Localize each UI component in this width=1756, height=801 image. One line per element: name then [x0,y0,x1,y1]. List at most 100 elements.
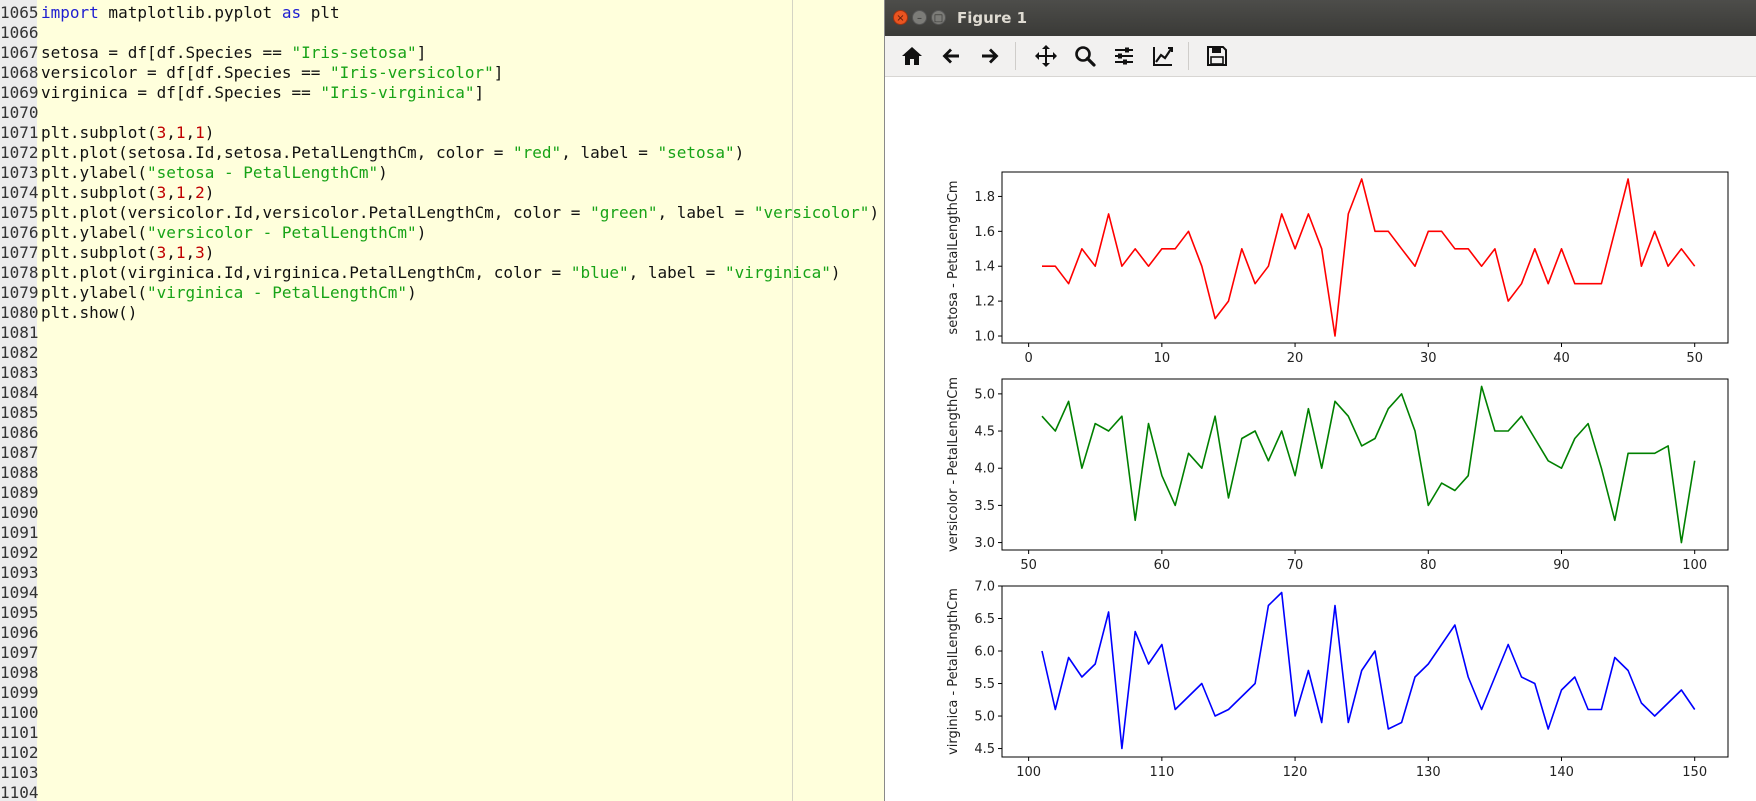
code-token: "Iris-versicolor" [329,63,494,82]
line-number: 1077 [0,243,39,262]
x-tick-label: 100 [1682,558,1707,573]
x-tick-label: 130 [1416,765,1441,780]
line-number: 1066 [0,23,39,42]
code-text: plt.ylabel("versicolor - PetalLengthCm") [37,223,426,243]
line-number: 1101 [0,723,39,742]
line-number: 1094 [0,583,39,602]
window-titlebar[interactable]: × – □ Figure 1 [885,0,1756,36]
code-token: ) [204,123,215,142]
zoom-button[interactable] [1068,40,1102,72]
code-line[interactable]: 1069 virginica = df[df.Species == "Iris-v… [0,83,484,103]
line-number: 1103 [0,763,39,782]
line-number: 1085 [0,403,39,422]
line-number: 1091 [0,523,39,542]
code-token: plt.subplot( [41,243,157,262]
code-line[interactable]: 1091 [0,523,41,543]
code-line[interactable]: 1083 [0,363,41,383]
code-line[interactable]: 1085 [0,403,41,423]
figure-canvas[interactable]: 0 10 20 30 40 50 1.0 1.2 1.4 1.6 1.8 setosa - Petal… [885,77,1755,801]
x-tick-label: 140 [1549,765,1574,780]
code-line[interactable]: 1102 [0,743,41,763]
edit-axes-button[interactable] [1146,40,1180,72]
subplot-3: 100 110 120 130 140 150 4.5 5.0 5.5 6.0 6.5 7.0 virg… [946,580,1729,780]
code-line[interactable]: 1065 import matplotlib.pyplot as plt [0,3,340,23]
code-line[interactable]: 1090 [0,503,41,523]
code-line[interactable]: 1103 [0,763,41,783]
code-line[interactable]: 1071 plt.subplot(3,1,1) [0,123,214,143]
code-line[interactable]: 1092 [0,543,41,563]
code-token: plt.subplot( [41,183,157,202]
y-tick-label: 1.0 [974,330,995,345]
code-line[interactable]: 1072 plt.plot(setosa.Id,setosa.PetalLengt… [0,143,744,163]
figure-window[interactable]: × – □ Figure 1 0 10 20 30 40 50 1.0 1.2 … [884,0,1756,801]
code-line[interactable]: 1088 [0,463,41,483]
code-line[interactable]: 1075 plt.plot(versicolor.Id,versicolor.Pe… [0,203,879,223]
line-number: 1097 [0,643,39,662]
code-line[interactable]: 1089 [0,483,41,503]
code-line[interactable]: 1066 [0,23,41,43]
code-line[interactable]: 1097 [0,643,41,663]
minimize-window-button[interactable]: – [912,10,927,25]
y-tick-label: 5.5 [974,677,995,692]
y-tick-label: 3.5 [974,499,995,514]
code-text: plt.plot(versicolor.Id,versicolor.PetalL… [37,203,879,223]
code-line[interactable]: 1099 [0,683,41,703]
code-line[interactable]: 1080 plt.show() [0,303,137,323]
code-line[interactable]: 1104 [0,783,41,801]
code-text: setosa = df[df.Species == "Iris-setosa"] [37,43,426,63]
code-token: plt.plot(virginica.Id,virginica.PetalLen… [41,263,571,282]
code-line[interactable]: 1070 [0,103,41,123]
code-token: ) [204,183,215,202]
code-text: plt.subplot(3,1,2) [37,183,214,203]
code-line[interactable]: 1078 plt.plot(virginica.Id,virginica.Peta… [0,263,841,283]
code-text: plt.ylabel("setosa - PetalLengthCm") [37,163,388,183]
code-line[interactable]: 1073 plt.ylabel("setosa - PetalLengthCm") [0,163,388,183]
code-line[interactable]: 1068 versicolor = df[df.Species == "Iris-… [0,63,503,83]
x-tick-label: 90 [1553,558,1570,573]
code-token: ] [493,63,504,82]
code-line[interactable]: 1095 [0,603,41,623]
code-editor[interactable]: 1065 import matplotlib.pyplot as plt 1066 1… [0,0,884,801]
code-token: ) [830,263,841,282]
save-figure-button[interactable] [1200,40,1234,72]
maximize-window-button[interactable]: □ [931,10,946,25]
y-tick-label: 1.4 [974,260,995,275]
code-line[interactable]: 1094 [0,583,41,603]
code-token: ) [416,223,427,242]
code-line[interactable]: 1101 [0,723,41,743]
code-line[interactable]: 1086 [0,423,41,443]
code-token: plt.ylabel( [41,163,147,182]
series-line [1042,178,1696,337]
configure-subplots-button[interactable] [1107,40,1141,72]
code-token: virginica = df[df.Species == [41,83,321,102]
code-line[interactable]: 1093 [0,563,41,583]
code-token: 3 [156,183,167,202]
line-number: 1067 [0,43,39,62]
back-button[interactable] [934,40,968,72]
line-number: 1071 [0,123,39,142]
code-line[interactable]: 1087 [0,443,41,463]
code-text: import matplotlib.pyplot as plt [37,3,340,23]
line-number: 1070 [0,103,39,122]
y-axis-label: virginica - PetalLengthCm [946,588,961,755]
y-axis-label: versicolor - PetalLengthCm [946,377,961,552]
code-line[interactable]: 1077 plt.subplot(3,1,3) [0,243,214,263]
code-line[interactable]: 1096 [0,623,41,643]
code-line[interactable]: 1082 [0,343,41,363]
pan-button[interactable] [1029,40,1063,72]
code-token: plt.subplot( [41,123,157,142]
y-tick-label: 1.6 [974,225,995,240]
code-line[interactable]: 1074 plt.subplot(3,1,2) [0,183,214,203]
code-line[interactable]: 1098 [0,663,41,683]
code-line[interactable]: 1081 [0,323,41,343]
forward-button[interactable] [973,40,1007,72]
code-line[interactable]: 1067 setosa = df[df.Species == "Iris-seto… [0,43,426,63]
code-line[interactable]: 1100 [0,703,41,723]
home-button[interactable] [895,40,929,72]
code-line[interactable]: 1079 plt.ylabel("virginica - PetalLengthC… [0,283,417,303]
back-arrow-icon [942,48,959,64]
code-token: matplotlib.pyplot [98,3,282,22]
code-line[interactable]: 1076 plt.ylabel("versicolor - PetalLength… [0,223,426,243]
close-window-button[interactable]: × [893,10,908,25]
code-line[interactable]: 1084 [0,383,41,403]
